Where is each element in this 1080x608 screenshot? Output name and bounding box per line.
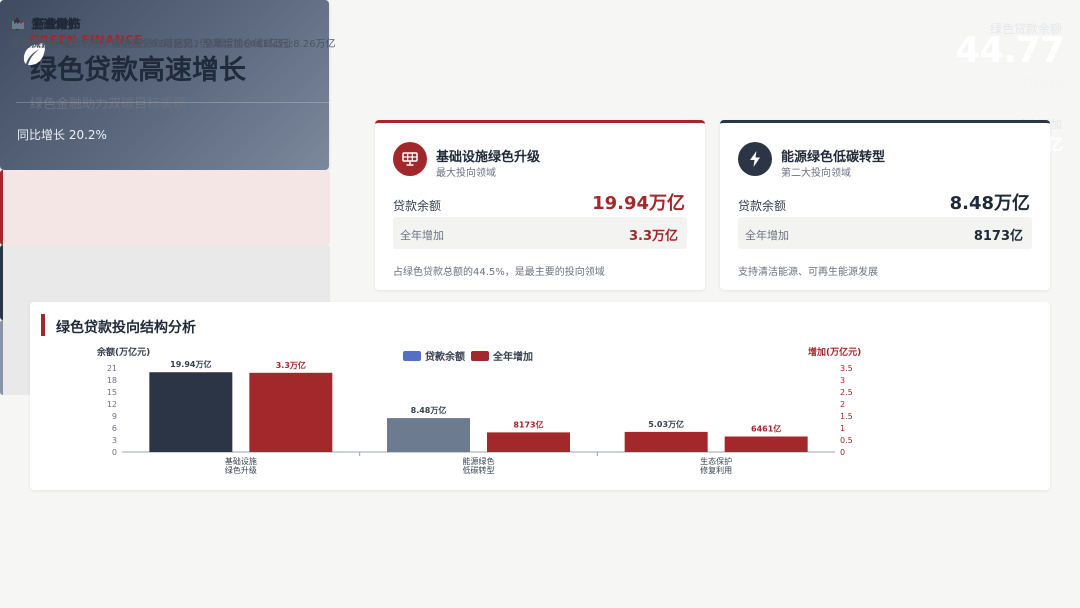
sector-card-infrastructure: 基础设施绿色升级 最大投向领域 贷款余额 19.94万亿 全年增加 3.3万亿 … (375, 120, 705, 290)
y-right-tick-label: 0 (840, 448, 845, 457)
sector-increase-box: 全年增加 8173亿 (738, 217, 1032, 249)
lightning-icon (738, 142, 772, 176)
x-tick-label: 基础设施 (225, 456, 257, 466)
factory-icon (12, 20, 24, 29)
sector-increase-label: 全年增加 (400, 229, 444, 242)
hero-growth: 同比增长 20.2% (17, 128, 107, 142)
insight-title: 行业分布 (33, 17, 82, 31)
sector-increase-value: 8173亿 (973, 229, 1023, 244)
legend-swatch (403, 351, 421, 361)
bar-balance (149, 372, 233, 452)
data-label: 8173亿 (513, 419, 543, 429)
data-label: 3.3万亿 (276, 360, 306, 370)
sector-note: 占绿色贷款总额的44.5%，是最主要的投向领域 (393, 267, 605, 278)
legend-swatch (471, 351, 489, 361)
bar-increase (249, 372, 333, 452)
sector-card-energy: 能源绿色低碳转型 第二大投向领域 贷款余额 8.48万亿 全年增加 8173亿 … (720, 120, 1050, 290)
sector-balance-value: 8.48万亿 (949, 193, 1030, 214)
hero-divider (16, 102, 1064, 103)
y-left-tick-label: 6 (112, 424, 117, 433)
bar-balance (624, 431, 708, 452)
x-tick-label: 低碳转型 (463, 465, 495, 475)
sector-increase-label: 全年增加 (745, 229, 789, 242)
bar-increase (724, 436, 808, 452)
sector-balance-label: 贷款余额 (738, 199, 787, 213)
y-left-tick-label: 0 (112, 448, 117, 457)
bar-chart: 余额(万亿元) 增加(万亿元) 贷款余额 全年增加 0 3 6 9 12 15 18 21 0 0.5 1 1… (96, 346, 861, 475)
legend-label: 贷款余额 (424, 350, 465, 363)
x-tick-label: 修复利用 (700, 465, 732, 475)
y-right-tick-label: 3 (840, 376, 845, 385)
sector-rank: 最大投向领域 (436, 168, 496, 179)
sector-increase-value: 3.3万亿 (628, 229, 678, 244)
y-right-tick-label: 2.5 (840, 388, 853, 397)
y-left-tick-label: 12 (107, 400, 117, 409)
insight-text: 电力热力燃气及水生产和供应业8.98万亿，交通运输仓储邮政业8.26万亿 (11, 39, 336, 50)
y-left-tick-label: 15 (107, 388, 117, 397)
data-label: 5.03万亿 (648, 419, 684, 429)
sector-increase-box: 全年增加 3.3万亿 (393, 217, 687, 249)
y-left-tick-label: 3 (112, 436, 117, 445)
solar-panel-icon (393, 142, 427, 176)
bar-balance (387, 418, 470, 452)
right-axis-title: 增加(万亿元) (808, 346, 861, 358)
left-axis-title: 余额(万亿元) (96, 346, 150, 358)
sector-rank: 第二大投向领域 (781, 168, 851, 179)
sector-name: 能源绿色低碳转型 (781, 150, 886, 165)
legend-label: 全年增加 (492, 350, 533, 363)
y-right-tick-label: 1 (840, 424, 845, 433)
y-left-tick-label: 9 (112, 412, 117, 421)
y-right-tick-label: 1.5 (840, 412, 853, 421)
y-right-tick-label: 0.5 (840, 436, 853, 445)
hero-balance-unit: 万亿元 (1020, 77, 1062, 93)
data-label: 6461亿 (751, 423, 781, 433)
x-tick-label: 绿色升级 (225, 465, 257, 475)
x-tick-label: 生态保护 (700, 456, 732, 466)
y-left-tick-label: 18 (107, 376, 117, 385)
insight-card-growth: 高速增长 绿色贷款增速20.2%，是各项贷款增速的3倍以上 (0, 17, 330, 245)
data-label: 19.94万亿 (170, 359, 211, 369)
chart-panel: 绿色贷款投向结构分析 余额(万亿元) 增加(万亿元) 贷款余额 全年增加 0 3 6 9 12 1… (30, 302, 1050, 490)
y-right-tick-label: 3.5 (840, 364, 853, 373)
data-label: 8.48万亿 (411, 405, 447, 415)
x-tick-label: 能源绿色 (463, 456, 495, 466)
bar-increase (487, 432, 570, 452)
y-left-tick-label: 21 (107, 364, 117, 373)
y-right-tick-label: 2 (840, 400, 845, 409)
sector-name: 基础设施绿色升级 (436, 150, 541, 165)
sector-note: 支持清洁能源、可再生能源发展 (738, 267, 878, 278)
page-title: 绿色贷款高速增长 (30, 55, 246, 86)
sector-balance-label: 贷款余额 (393, 199, 442, 213)
sector-balance-value: 19.94万亿 (592, 193, 685, 214)
